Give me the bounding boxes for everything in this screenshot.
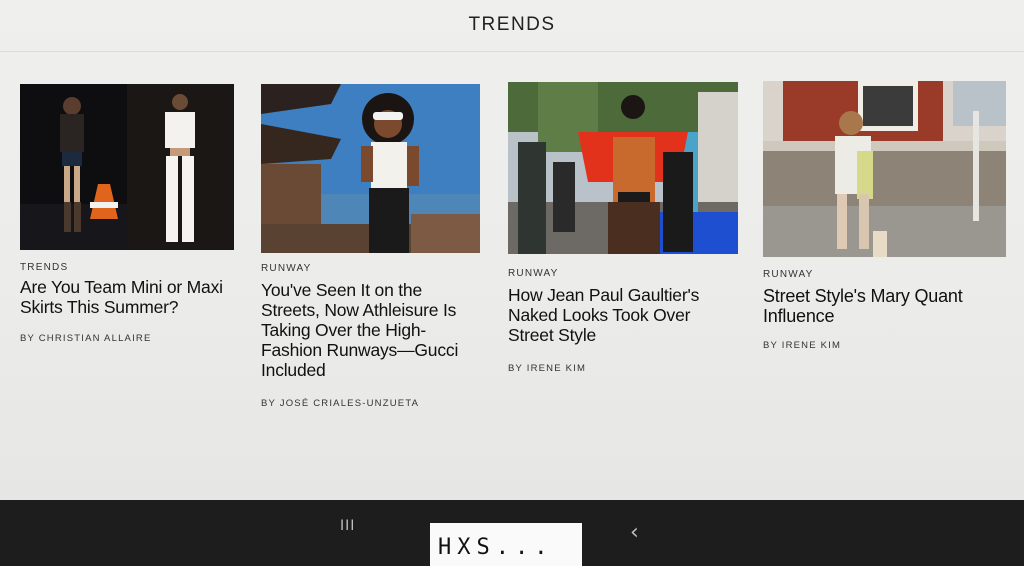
article-kicker[interactable]: RUNWAY [763,269,1006,280]
back-icon[interactable]: ‹ [630,520,639,545]
article-image[interactable] [20,84,234,250]
watermark-label: HXS... [430,523,582,566]
article-headline[interactable]: Street Style's Mary Quant Influence [763,286,1006,326]
article-kicker[interactable]: TRENDS [20,262,234,273]
article-byline: BY IRENE KIM [763,340,842,351]
article-byline: BY CHRISTIAN ALLAIRE [20,333,152,344]
article-image[interactable] [261,84,480,253]
article-byline: BY JOSÉ CRIALES-UNZUETA [261,398,420,409]
article-card[interactable]: RUNWAY Street Style's Mary Quant Influen… [763,81,1006,351]
article-headline[interactable]: How Jean Paul Gaultier's Naked Looks Too… [508,285,738,345]
section-title: TRENDS [468,14,556,35]
section-header: TRENDS [0,0,1024,52]
article-headline[interactable]: You've Seen It on the Streets, Now Athle… [261,280,480,380]
article-image[interactable] [508,82,738,254]
article-byline: BY IRENE KIM [508,363,587,374]
article-card[interactable]: RUNWAY You've Seen It on the Streets, No… [261,84,480,409]
recents-icon[interactable]: III [340,518,355,534]
article-kicker[interactable]: RUNWAY [261,263,480,274]
article-card[interactable]: TRENDS Are You Team Mini or Maxi Skirts … [20,84,234,344]
screen: TRENDS TRENDS Are You Team Mini or Maxi … [0,0,1024,500]
article-card[interactable]: RUNWAY How Jean Paul Gaultier's Naked Lo… [508,82,738,374]
article-image[interactable] [763,81,1006,257]
article-kicker[interactable]: RUNWAY [508,268,738,279]
article-headline[interactable]: Are You Team Mini or Maxi Skirts This Su… [20,277,234,317]
